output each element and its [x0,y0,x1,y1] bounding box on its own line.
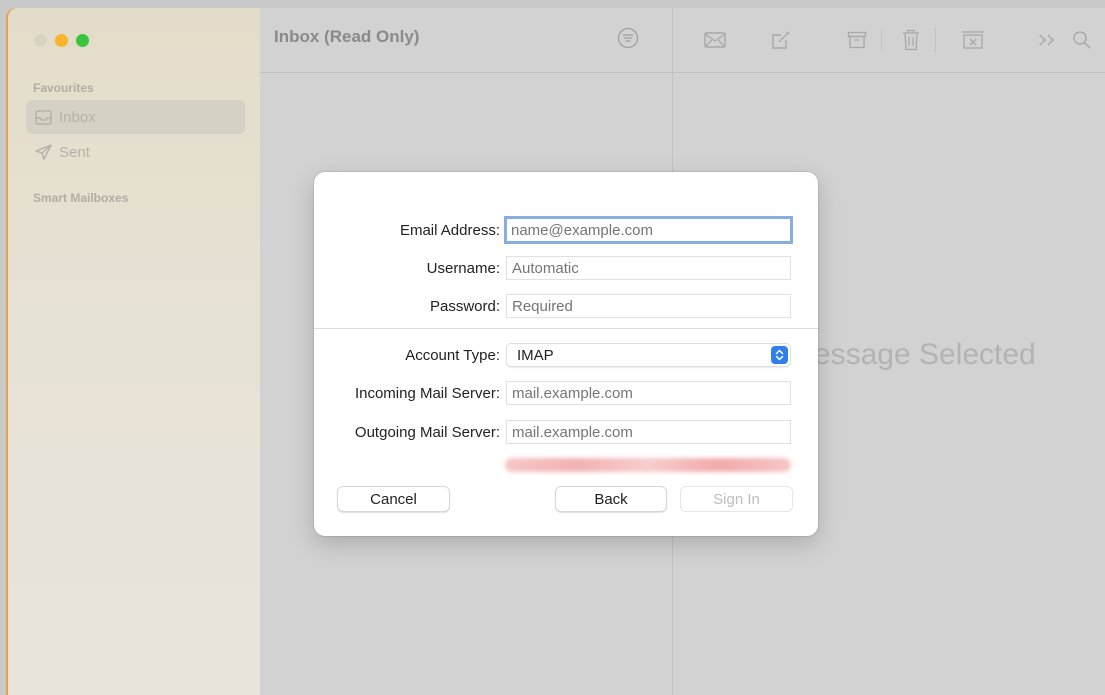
trash-icon[interactable] [899,28,923,52]
archive-icon[interactable] [845,28,869,52]
username-field[interactable] [506,256,791,280]
mailbox-title: Inbox (Read Only) [274,27,420,46]
email-row: Email Address: [314,216,818,244]
toolbar-separator [881,28,882,52]
zoom-button[interactable] [76,34,89,47]
sidebar-item-label: Inbox [59,108,96,126]
outgoing-server-field[interactable] [506,420,791,444]
search-icon[interactable] [1070,28,1094,52]
filter-icon[interactable] [617,27,639,49]
minimize-button[interactable] [55,34,68,47]
toolbar [673,8,1105,72]
sign-in-button[interactable]: Sign In [680,486,793,512]
toolbar-separator [935,28,936,52]
more-chevron-icon[interactable] [1035,28,1059,52]
password-row: Password: [314,294,818,320]
cancel-button[interactable]: Cancel [337,486,450,512]
error-message-redacted [505,458,791,472]
account-type-row: Account Type: IMAP [314,343,818,369]
password-field[interactable] [506,294,791,318]
username-row: Username: [314,256,818,282]
compose-icon[interactable] [769,28,793,52]
dialog-divider [314,328,818,329]
back-button[interactable]: Back [555,486,667,512]
window-controls [34,34,89,47]
sidebar-section-favourites: Favourites [33,81,94,95]
email-label: Email Address: [399,222,500,239]
outgoing-server-label: Outgoing Mail Server: [354,424,500,441]
inbox-icon [34,108,52,126]
select-arrows-icon [771,346,788,364]
sidebar-item-inbox[interactable]: Inbox [26,100,245,134]
sidebar: Favourites Inbox Sent Smart Mailboxes [8,8,261,695]
paper-plane-icon [34,143,52,161]
account-type-select[interactable]: IMAP [506,343,791,367]
account-type-value: IMAP [517,347,554,364]
username-label: Username: [426,260,500,277]
incoming-server-row: Incoming Mail Server: [314,381,818,407]
account-setup-dialog: Email Address: Username: Password: Accou… [314,172,818,536]
incoming-server-label: Incoming Mail Server: [354,385,500,402]
close-button[interactable] [34,34,47,47]
sidebar-item-label: Sent [59,143,90,161]
incoming-server-field[interactable] [506,381,791,405]
password-label: Password: [429,298,500,315]
account-type-label: Account Type: [405,347,500,364]
sidebar-item-sent[interactable]: Sent [26,135,245,169]
envelope-icon[interactable] [703,28,727,52]
header-divider [260,72,672,73]
header-divider [673,72,1105,73]
outgoing-server-row: Outgoing Mail Server: [314,420,818,446]
junk-icon[interactable] [961,28,985,52]
sidebar-section-smart-mailboxes: Smart Mailboxes [33,191,129,205]
email-field[interactable] [504,216,793,244]
